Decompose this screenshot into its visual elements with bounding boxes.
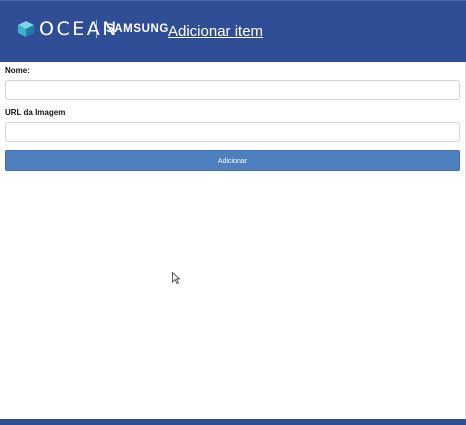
- image-url-label: URL da Imagem: [5, 108, 66, 117]
- top-navbar: OCEAN SAMSUNG Adicionar item: [0, 0, 466, 62]
- cube-logo-icon: [18, 21, 34, 37]
- mouse-pointer-icon: [172, 272, 180, 284]
- app-window: OCEAN SAMSUNG Adicionar item Nome: URL d…: [0, 0, 466, 425]
- bottom-bar: [0, 419, 466, 425]
- brand-divider: [96, 20, 97, 38]
- add-item-form: Nome: URL da Imagem Adicionar: [5, 66, 460, 171]
- image-url-input[interactable]: [5, 122, 460, 142]
- add-item-link[interactable]: Adicionar item: [168, 23, 263, 40]
- add-button[interactable]: Adicionar: [5, 150, 460, 171]
- name-label: Nome:: [5, 66, 30, 75]
- partner-logo-text: SAMSUNG: [106, 23, 169, 35]
- name-input[interactable]: [5, 80, 460, 100]
